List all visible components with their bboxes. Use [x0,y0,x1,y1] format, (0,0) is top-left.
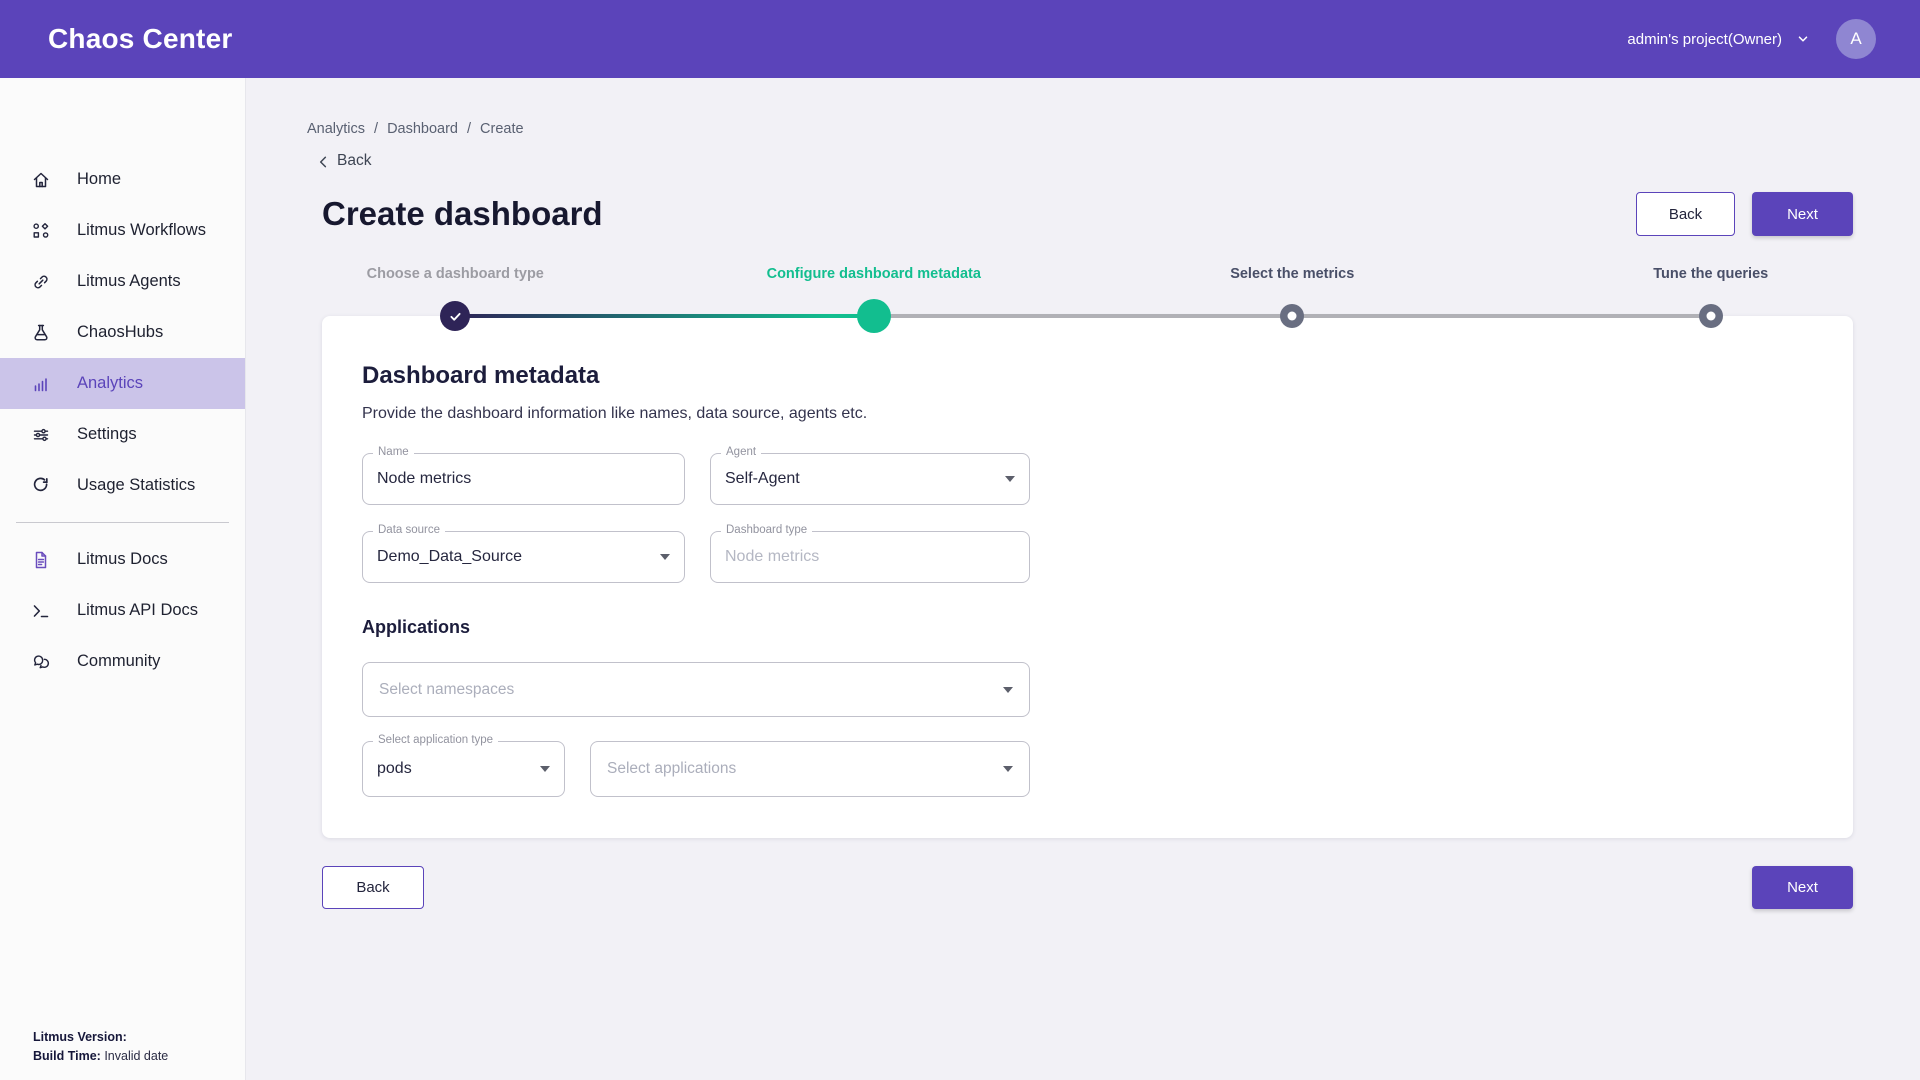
applications-placeholder: Select applications [607,760,995,778]
chat-bubbles-icon [31,652,51,672]
sidebar-item-label: Litmus API Docs [77,601,198,620]
namespaces-select[interactable]: Select namespaces [362,662,1030,717]
chevron-down-icon [1796,32,1810,46]
link-icon [31,272,51,292]
agent-select-value: Self-Agent [725,470,997,488]
stepper: Choose a dashboard type Configure dashbo… [246,266,1920,334]
flask-icon [31,323,51,343]
data-source-select[interactable]: Data source Demo_Data_Source [362,531,685,583]
sidebar-item-label: Home [77,170,121,189]
step-label-select-metrics: Select the metrics [1083,266,1502,282]
sidebar-item-analytics[interactable]: Analytics [0,358,245,409]
step-label-configure-metadata: Configure dashboard metadata [665,266,1084,282]
applications-select[interactable]: Select applications [590,741,1030,797]
check-icon [448,309,463,324]
sidebar-item-label: Analytics [77,374,143,393]
step-dot-pending[interactable] [1280,304,1304,328]
sidebar-divider [16,522,229,523]
back-link[interactable]: Back [316,152,1920,170]
caret-down-icon [540,766,550,772]
applications-title: Applications [362,617,1813,638]
sidebar-item-label: Usage Statistics [77,476,195,495]
dashboard-metadata-card: Dashboard metadata Provide the dashboard… [322,316,1853,838]
bar-chart-icon [31,374,51,394]
breadcrumb-dashboard[interactable]: Dashboard [387,121,458,137]
caret-down-icon [1003,766,1013,772]
breadcrumb-separator: / [467,121,471,137]
sidebar-item-litmus-api-docs[interactable]: Litmus API Docs [0,585,245,636]
avatar[interactable]: A [1836,19,1876,59]
sidebar-item-label: Community [77,652,160,671]
step-dot-completed[interactable] [440,301,470,331]
sidebar-item-community[interactable]: Community [0,636,245,687]
sidebar-item-home[interactable]: Home [0,154,245,205]
caret-down-icon [1003,687,1013,693]
page-title: Create dashboard [322,195,603,233]
breadcrumb-analytics[interactable]: Analytics [307,121,365,137]
dashboard-type-label: Dashboard type [721,524,812,536]
application-type-select[interactable]: Select application type pods [362,741,565,797]
sidebar-item-litmus-agents[interactable]: Litmus Agents [0,256,245,307]
terminal-icon [31,601,51,621]
breadcrumb-create[interactable]: Create [480,121,524,137]
next-button-top[interactable]: Next [1752,192,1853,236]
breadcrumb-separator: / [374,121,378,137]
dashboard-type-field[interactable]: Dashboard type [710,531,1030,583]
build-time-label: Build Time: [33,1049,101,1063]
sidebar-item-label: Litmus Workflows [77,221,206,240]
next-button-bottom[interactable]: Next [1752,866,1853,909]
namespaces-placeholder: Select namespaces [379,681,995,699]
step-label-choose-type: Choose a dashboard type [246,266,665,282]
data-source-value: Demo_Data_Source [377,548,652,566]
app-title: Chaos Center [48,23,232,55]
sidebar-item-label: ChaosHubs [77,323,163,342]
data-source-label: Data source [373,524,445,536]
back-link-label: Back [337,152,371,170]
step-dot-active[interactable] [857,299,891,333]
project-switcher[interactable]: admin's project(Owner) [1627,31,1810,48]
sliders-icon [31,425,51,445]
avatar-letter: A [1850,29,1861,49]
caret-down-icon [660,554,670,560]
app-header: Chaos Center admin's project(Owner) A [0,0,1920,78]
agent-select-label: Agent [721,446,761,458]
name-field-label: Name [373,446,414,458]
sidebar-footer: Litmus Version: Build Time: Invalid date [33,1028,168,1066]
sidebar: Home Litmus Workflows Litmus Agents [0,78,246,1080]
main-content: Analytics / Dashboard / Create Back Crea… [246,78,1920,1080]
workflows-icon [31,221,51,241]
document-icon [31,550,51,570]
build-time-value: Invalid date [104,1049,168,1063]
step-dot-pending[interactable] [1699,304,1723,328]
litmus-version-label: Litmus Version: [33,1030,127,1044]
back-button-bottom[interactable]: Back [322,866,424,909]
sidebar-item-label: Litmus Agents [77,272,181,291]
name-input[interactable] [377,470,670,488]
sidebar-item-litmus-docs[interactable]: Litmus Docs [0,534,245,585]
section-title: Dashboard metadata [362,362,1813,390]
sidebar-item-litmus-workflows[interactable]: Litmus Workflows [0,205,245,256]
step-label-tune-queries: Tune the queries [1502,266,1920,282]
sidebar-item-label: Litmus Docs [77,550,168,569]
sidebar-item-chaoshubs[interactable]: ChaosHubs [0,307,245,358]
caret-down-icon [1005,476,1015,482]
dashboard-type-input[interactable] [725,548,1015,566]
project-label: admin's project(Owner) [1627,31,1782,48]
application-type-value: pods [377,760,532,778]
breadcrumb: Analytics / Dashboard / Create [307,121,1920,137]
section-subtitle: Provide the dashboard information like n… [362,405,1813,423]
home-icon [31,170,51,190]
chevron-left-icon [316,154,331,169]
refresh-icon [31,476,51,496]
agent-select[interactable]: Agent Self-Agent [710,453,1030,505]
name-field[interactable]: Name [362,453,685,505]
sidebar-item-settings[interactable]: Settings [0,409,245,460]
application-type-label: Select application type [373,734,498,746]
back-button-top[interactable]: Back [1636,192,1735,236]
sidebar-item-label: Settings [77,425,137,444]
sidebar-item-usage-statistics[interactable]: Usage Statistics [0,460,245,511]
